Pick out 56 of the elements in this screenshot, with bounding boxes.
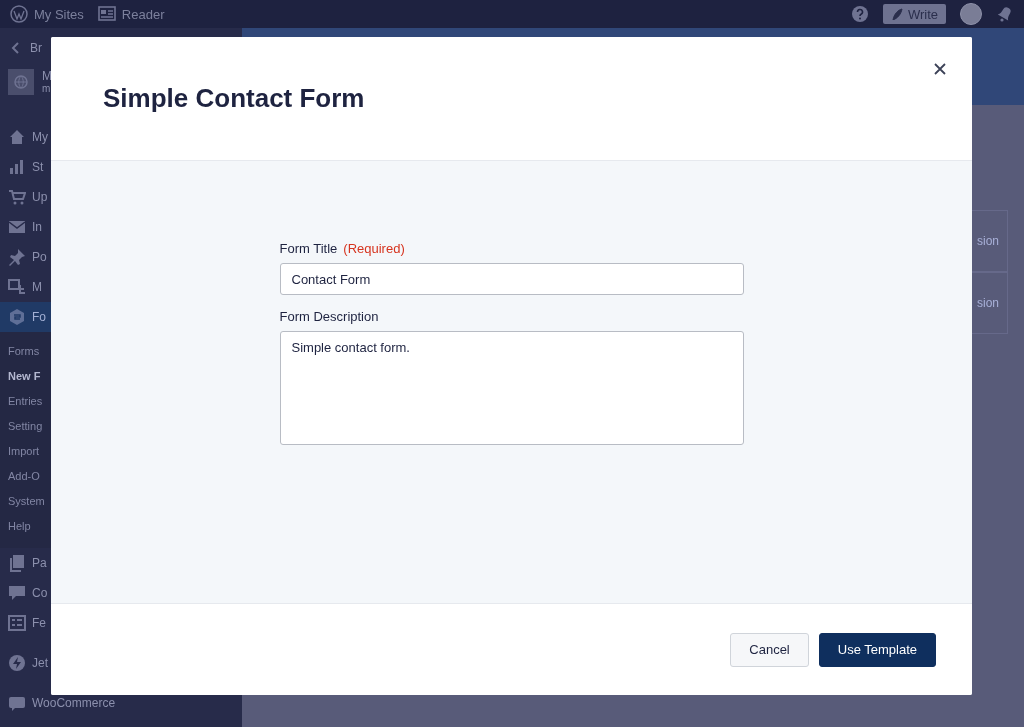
- speech-bubble-icon: [8, 584, 26, 602]
- home-icon: [8, 128, 26, 146]
- sidebar-label: Co: [32, 586, 48, 600]
- sidebar-label: Pa: [32, 556, 47, 570]
- list-icon: [8, 614, 26, 632]
- sidebar-item[interactable]: Po: [0, 242, 242, 272]
- help-icon: [850, 5, 869, 23]
- sidebar-label: WooCommerce: [32, 696, 116, 710]
- envelope-icon: [8, 218, 26, 236]
- sidebar-label: M: [32, 280, 42, 294]
- modal-title: Simple Contact Form: [103, 83, 365, 114]
- site-url: m: [42, 83, 52, 94]
- document-icon: [8, 554, 26, 572]
- cart-icon: [8, 188, 26, 206]
- close-icon: [934, 63, 946, 75]
- sidebar-item[interactable]: Up: [0, 182, 242, 212]
- back-link[interactable]: Br: [30, 41, 42, 55]
- sidebar-label: Fe: [32, 616, 46, 630]
- sidebar-item[interactable]: Jet: [0, 648, 242, 678]
- hexagon-form-icon: [8, 308, 26, 326]
- sidebar-label: Up: [32, 190, 48, 204]
- bell-icon: [996, 5, 1014, 23]
- sidebar-item[interactable]: Co: [0, 578, 242, 608]
- lightning-circle-icon: [8, 654, 26, 672]
- wordpress-logo-icon: [10, 5, 28, 23]
- pushpin-icon: [8, 248, 26, 266]
- newspaper-icon: [97, 5, 116, 23]
- description-field[interactable]: Simple contact form.: [279, 331, 744, 445]
- chevron-left-icon: [10, 42, 20, 54]
- nav-link[interactable]: My Sites: [34, 6, 84, 22]
- sidebar-item[interactable]: St: [0, 152, 242, 182]
- sidebar-item[interactable]: Pa: [0, 548, 242, 578]
- globe-icon: [14, 75, 28, 89]
- sidebar-label: St: [32, 160, 44, 174]
- sidebar-item[interactable]: WooCommerce: [0, 688, 242, 718]
- field-label: Form Description: [279, 309, 379, 324]
- field-label: Form Title: [279, 241, 338, 256]
- sidebar-label: Fo: [32, 310, 46, 324]
- sidebar-item[interactable]: Fe: [0, 608, 242, 638]
- use-template-button[interactable]: Use Template: [818, 632, 936, 667]
- cancel-button[interactable]: Cancel: [730, 632, 809, 667]
- sidebar-label: In: [32, 220, 42, 234]
- sidebar-item[interactable]: My: [0, 122, 242, 152]
- sidebar-item[interactable]: M: [0, 272, 242, 302]
- title-field[interactable]: Contact Form: [279, 263, 744, 295]
- site-name[interactable]: M: [42, 69, 52, 83]
- sidebar-label: Jet: [32, 656, 48, 670]
- feather-icon: [890, 8, 903, 20]
- sidebar-item[interactable]: In: [0, 212, 242, 242]
- avatar-circle[interactable]: [960, 3, 982, 25]
- required-note: (Required): [343, 241, 405, 256]
- sidebar-label: Po: [32, 250, 47, 264]
- write-button[interactable]: Write: [882, 4, 946, 24]
- nav-link[interactable]: Reader: [121, 6, 165, 22]
- bar-chart-icon: [8, 158, 26, 176]
- sidebar-label: My: [32, 130, 48, 144]
